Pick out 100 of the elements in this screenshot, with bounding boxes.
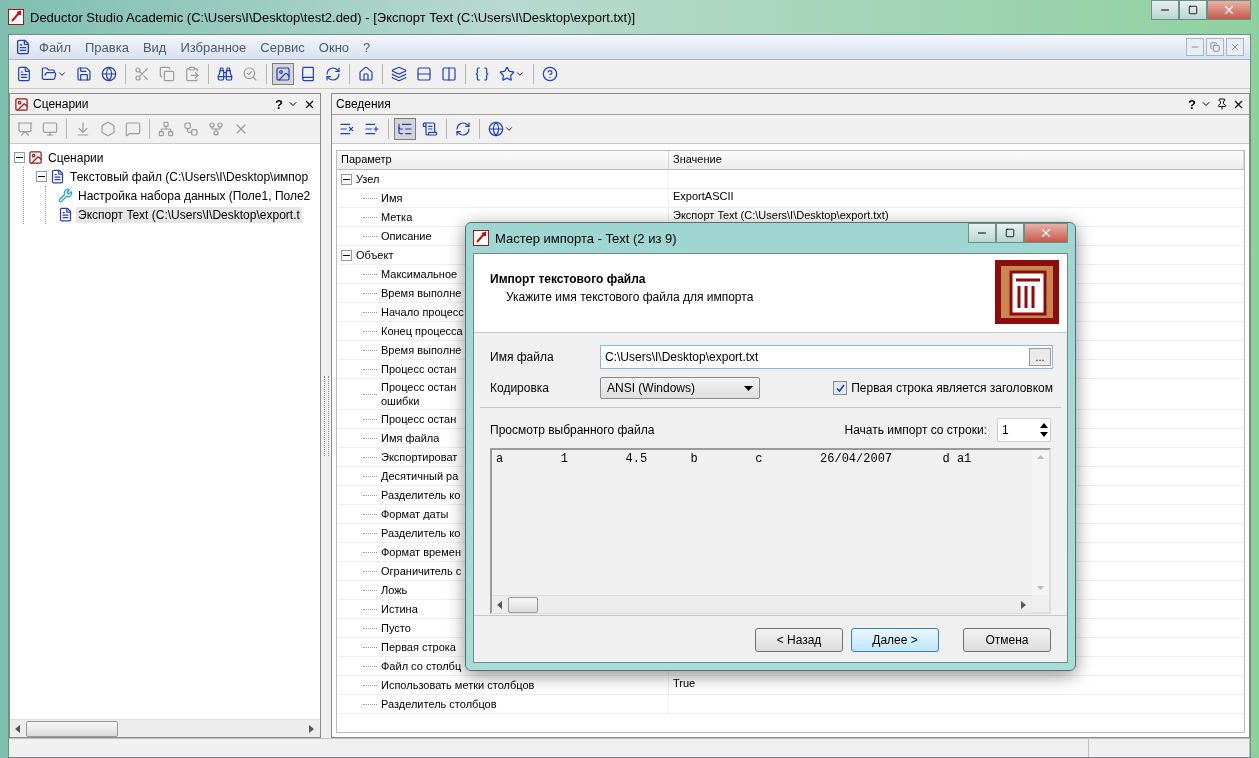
panel-title: Сценарии: [33, 97, 89, 111]
hexagon-icon: [100, 121, 116, 137]
collapse-button[interactable]: [14, 152, 25, 163]
close-icon: [1039, 226, 1053, 240]
paste-icon: [184, 66, 200, 82]
add-row-icon: [364, 121, 380, 137]
find-next-icon: [242, 66, 258, 82]
window-title: Deductor Studio Academic (C:\Users\I\Desktop\test2.ded) - [Экспорт Text (C:\Users\I\Desktop\export.txt)]: [30, 9, 636, 25]
help-button[interactable]: ?: [1188, 96, 1196, 112]
property-name: Использовать метки столбцов: [381, 678, 535, 692]
maximize-icon: [1188, 5, 1198, 15]
collapse-button[interactable]: [341, 173, 352, 185]
menu-item[interactable]: Файл: [33, 37, 77, 57]
toolbar-button[interactable]: [394, 118, 416, 140]
checkbox-label: Первая строка является заголовком: [851, 381, 1053, 395]
dialog-button[interactable]: < Назад: [755, 628, 843, 652]
menu-item[interactable]: ?: [357, 37, 377, 57]
property-name: Пусто: [381, 621, 411, 635]
close-icon: [1230, 42, 1240, 52]
help-button[interactable]: ?: [275, 96, 283, 112]
property-name: Истина: [381, 602, 418, 616]
star-icon: [499, 66, 515, 82]
fork-icon: [208, 121, 224, 137]
menu-item[interactable]: Избранное: [174, 37, 253, 57]
menu-item[interactable]: Правка: [78, 37, 135, 57]
app-logo-icon: [8, 9, 24, 25]
binoculars-icon: [217, 66, 233, 82]
horizontal-scrollbar[interactable]: [492, 595, 1032, 613]
property-name: Ограничитель с: [381, 564, 462, 578]
file-name-field[interactable]: C:\Users\I\Desktop\export.txt ...: [600, 345, 1053, 369]
picture-frame-icon: [28, 150, 43, 165]
left-arrow-icon: [15, 724, 21, 733]
document-icon: [422, 121, 438, 137]
property-name: Файл со столбц: [381, 659, 462, 673]
refresh-icon: [455, 121, 471, 137]
minimize-button[interactable]: [1151, 0, 1179, 20]
column-header[interactable]: Значение: [669, 151, 1244, 169]
pin-icon[interactable]: [1216, 98, 1228, 110]
document-menu-icon: [15, 39, 31, 55]
property-value: ExportASCII: [672, 189, 735, 204]
tree-view-icon: [397, 121, 413, 137]
dialog-button[interactable]: Далее >: [851, 628, 939, 652]
tree-item[interactable]: Сценарии: [46, 149, 106, 166]
maximize-button[interactable]: [996, 223, 1024, 243]
property-name: Разделитель ко: [381, 488, 461, 502]
field-label: Имя файла: [490, 350, 555, 364]
dialog-button[interactable]: Отмена: [963, 628, 1051, 652]
copy-icon: [159, 66, 175, 82]
property-name: Начало процесс: [381, 305, 464, 319]
checkbox[interactable]: [833, 381, 848, 395]
property-name: Конец процесса: [381, 324, 463, 338]
collapse-button[interactable]: [36, 171, 47, 182]
start-row-label: Начать импорт со строки:: [844, 423, 987, 437]
browse-button[interactable]: ...: [1029, 348, 1051, 366]
panel-title: Сведения: [336, 97, 391, 111]
maximize-button[interactable]: [1179, 0, 1207, 20]
menu-item[interactable]: Окно: [312, 37, 356, 57]
property-name: Метка: [381, 210, 413, 224]
collapse-button[interactable]: [341, 249, 352, 261]
property-name: Описание: [381, 229, 432, 243]
open-folder-icon: [41, 66, 57, 82]
encoding-dropdown[interactable]: ANSI (Windows): [600, 377, 760, 399]
download-icon: [75, 121, 91, 137]
cut-icon: [134, 66, 150, 82]
column-header[interactable]: Параметр: [337, 151, 669, 169]
cascade-windows-icon: [391, 66, 407, 82]
property-name: Процесс остан: [381, 412, 457, 426]
close-button[interactable]: [1226, 38, 1244, 56]
toolbar-button[interactable]: [272, 63, 294, 85]
scroll-thumb[interactable]: [26, 720, 118, 737]
property-name: Имя: [381, 191, 403, 205]
picture-frame-icon: [275, 66, 291, 82]
document-icon: [50, 169, 65, 184]
save-icon: [76, 66, 92, 82]
horizontal-scrollbar[interactable]: [10, 719, 320, 737]
left-arrow-icon: [497, 600, 503, 609]
tile-vertical-icon: [441, 66, 457, 82]
property-value: Экспорт Text (C:\Users\I\Desktop\export.txt): [672, 208, 890, 223]
property-name: Время выполне: [381, 343, 462, 357]
app-logo-icon: [473, 230, 489, 246]
help-icon: [542, 66, 558, 82]
property-name: Первая строка: [381, 640, 456, 654]
scroll-thumb[interactable]: [508, 596, 538, 613]
tree-item[interactable]: Текстовый файл (C:\Users\I\Desktop\импор: [68, 168, 311, 185]
minimize-button[interactable]: [968, 223, 996, 243]
property-name: Разделитель ко: [381, 526, 461, 540]
tree-item[interactable]: Экспорт Text (C:\Users\I\Desktop\export.t: [76, 206, 302, 223]
right-arrow-icon: [309, 724, 315, 733]
wrench-icon: [58, 188, 73, 203]
braces-icon: [474, 66, 490, 82]
start-row-spinner[interactable]: 1: [997, 418, 1051, 442]
property-name: Процесс остан: [381, 362, 457, 376]
tree-item[interactable]: Настройка набора данных (Поле1, Поле2: [76, 187, 313, 204]
menu-item[interactable]: Сервис: [254, 37, 311, 57]
group-label: Узел: [356, 172, 380, 186]
globe-icon: [101, 66, 117, 82]
refresh-icon: [325, 66, 341, 82]
wizard-subheading: Укажите имя текстового файла для импорта: [506, 290, 754, 304]
property-name: Максимальное: [381, 267, 458, 281]
menu-item[interactable]: Вид: [136, 37, 173, 57]
